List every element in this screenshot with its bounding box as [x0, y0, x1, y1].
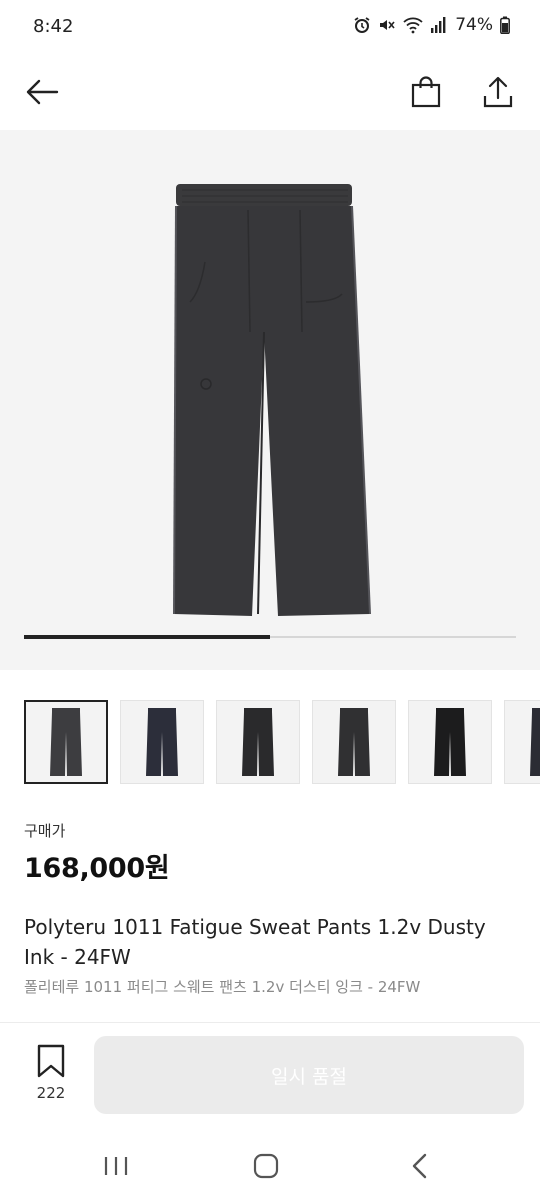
thumbnail-image	[146, 708, 178, 776]
back-button[interactable]	[18, 68, 66, 116]
recent-apps-icon	[104, 1157, 128, 1175]
top-nav	[0, 56, 540, 130]
mute-icon	[380, 20, 395, 30]
thumbnail-3[interactable]	[216, 700, 300, 784]
wifi-icon	[403, 17, 423, 34]
product-title: Polyteru 1011 Fatigue Sweat Pants 1.2v D…	[24, 915, 486, 969]
thumbnail-6[interactable]	[504, 700, 540, 784]
carousel-progress-fill	[24, 635, 270, 639]
product-image-carousel[interactable]	[0, 130, 540, 670]
product-image	[173, 184, 371, 616]
home-button[interactable]	[246, 1146, 286, 1186]
alarm-icon	[354, 17, 370, 33]
system-back-button[interactable]	[400, 1146, 440, 1186]
status-bar: 8:42 74%	[0, 0, 540, 56]
share-button[interactable]	[474, 68, 522, 116]
thumbnail-2[interactable]	[120, 700, 204, 784]
product-title-korean: 폴리테루 1011 퍼티그 스웨트 팬츠 1.2v 더스티 잉크 - 24FW	[24, 978, 421, 996]
shopping-bag-icon	[411, 76, 441, 108]
thumbnail-4[interactable]	[312, 700, 396, 784]
battery-icon	[500, 16, 510, 34]
shopping-bag-button[interactable]	[402, 68, 450, 116]
battery-percent: 74%	[455, 15, 493, 35]
share-icon	[483, 76, 513, 108]
thumbnail-image	[530, 708, 540, 776]
thumbnail-image	[242, 708, 274, 776]
sold-out-button[interactable]: 일시 품절	[94, 1036, 524, 1114]
home-icon	[253, 1153, 279, 1179]
back-icon	[412, 1153, 427, 1179]
back-arrow-icon	[26, 79, 59, 105]
status-icons: 74%	[353, 15, 510, 35]
price: 168,000원	[24, 853, 170, 884]
recent-apps-button[interactable]	[96, 1146, 136, 1186]
bookmark-button[interactable]: 222	[20, 1044, 82, 1110]
thumbnail-1[interactable]	[24, 700, 108, 784]
carousel-progress-track	[24, 635, 516, 639]
thumbnail-5[interactable]	[408, 700, 492, 784]
bookmark-count: 222	[36, 1084, 66, 1102]
thumbnail-strip[interactable]	[24, 700, 540, 784]
status-time: 8:42	[33, 16, 74, 37]
signal-icon	[431, 17, 446, 33]
divider	[0, 1022, 540, 1023]
price-label: 구매가	[24, 822, 66, 840]
system-nav-bar	[0, 1130, 540, 1200]
thumbnail-image	[50, 708, 82, 776]
thumbnail-image	[434, 708, 466, 776]
bookmark-icon	[37, 1044, 65, 1078]
thumbnail-image	[338, 708, 370, 776]
